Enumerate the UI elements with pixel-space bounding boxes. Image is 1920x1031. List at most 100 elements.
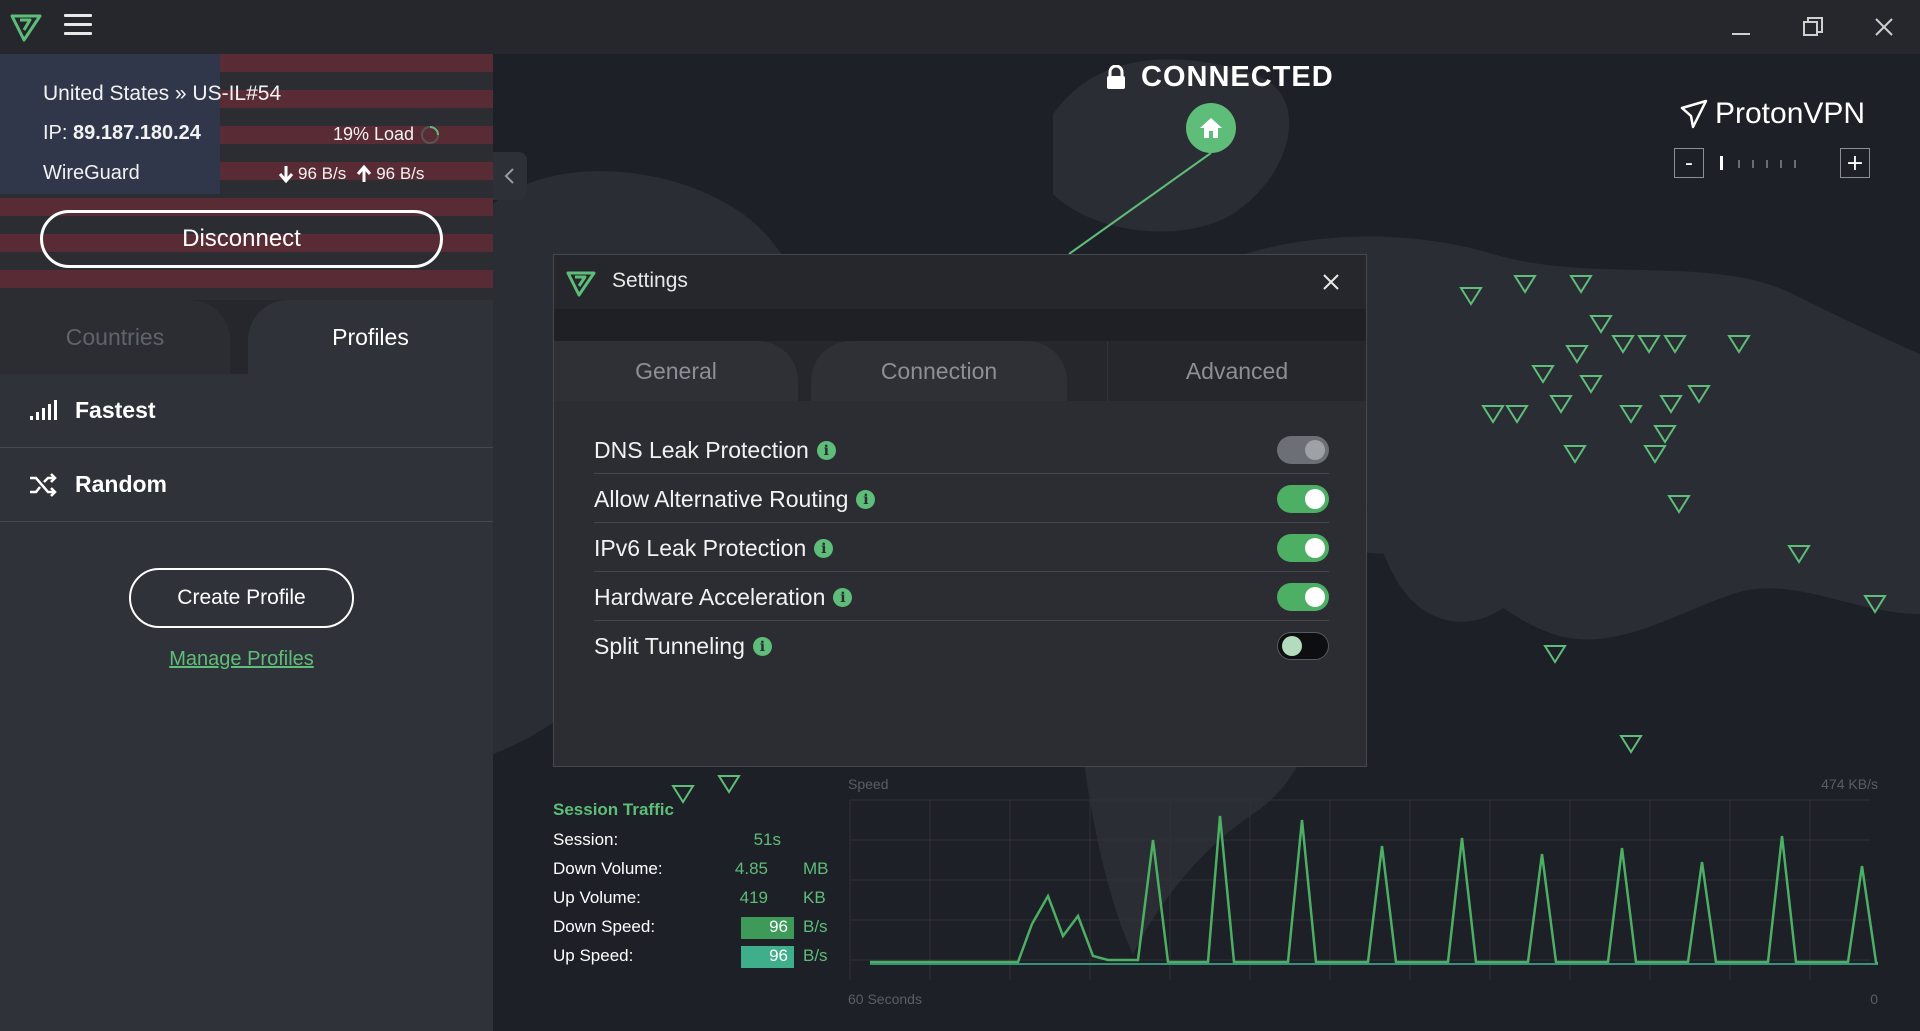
setting-label: DNS Leak Protection i (594, 437, 836, 464)
status-label: CONNECTED (1141, 61, 1334, 93)
home-location-pin[interactable] (1186, 103, 1236, 153)
tab-advanced[interactable]: Advanced (1107, 341, 1366, 401)
create-profile-button[interactable]: Create Profile (129, 568, 354, 628)
connection-panel: United States » US-IL#54 IP: 89.187.180.… (0, 54, 493, 300)
minimize-button[interactable] (1721, 10, 1761, 44)
traffic-row-down-volume: Down Volume: 4.85 MB (553, 859, 843, 883)
traffic-row-down-speed: Down Speed: 96 B/s (553, 917, 843, 941)
setting-label: IPv6 Leak Protection i (594, 535, 834, 562)
session-traffic: Session Traffic Session: 51s Down Volume… (553, 800, 853, 980)
chevron-left-icon (504, 168, 514, 184)
row-unit: KB (803, 888, 826, 907)
row-unit: MB (803, 859, 829, 878)
tab-general[interactable]: General (554, 341, 798, 401)
profile-fastest[interactable]: Fastest (0, 374, 493, 448)
profile-label: Fastest (75, 397, 156, 423)
setting-hardware-acceleration: Hardware Acceleration i (594, 572, 1329, 621)
setting-label: Allow Alternative Routing i (594, 486, 876, 513)
setting-label-text: Split Tunneling (594, 633, 745, 659)
manage-profiles-link[interactable]: Manage Profiles (0, 648, 483, 671)
sidebar: United States » US-IL#54 IP: 89.187.180.… (0, 54, 493, 1031)
load-ring-icon (421, 125, 440, 144)
row-value: 51s (753, 830, 781, 849)
traffic-row-session: Session: 51s (553, 830, 843, 854)
row-unit: B/s (803, 946, 828, 965)
speed-graph-canvas (849, 799, 1878, 980)
proton-logo-icon (566, 271, 596, 297)
info-icon[interactable]: i (816, 441, 836, 460)
lock-icon (1107, 64, 1125, 89)
ip-address: 89.187.180.24 (73, 122, 201, 144)
server-location: United States » US-IL#54 (43, 82, 282, 105)
settings-tabs: General Connection Advanced (554, 341, 1366, 401)
up-rate: 96 B/s (376, 164, 425, 183)
proton-logo-icon[interactable] (8, 8, 44, 44)
hardware-acceleration-toggle[interactable] (1277, 583, 1329, 611)
setting-dns-leak-protection: DNS Leak Protection i (594, 425, 1329, 474)
proton-arrow-icon (1680, 99, 1708, 129)
setting-label: Split Tunneling i (594, 633, 772, 660)
ip-label: IP: (43, 122, 74, 144)
settings-close-button[interactable] (1314, 265, 1348, 299)
info-icon[interactable]: i (833, 588, 853, 607)
collapse-sidebar-button[interactable] (493, 152, 527, 200)
title-bar (0, 0, 1920, 54)
server-load: 19% Load (333, 124, 440, 145)
info-icon[interactable]: i (856, 490, 876, 509)
profile-random[interactable]: Random (0, 448, 493, 522)
menu-icon[interactable] (64, 14, 92, 38)
arrow-up-icon (357, 165, 372, 182)
row-value: 4.85 (734, 859, 768, 878)
down-speed-bar: 96 (741, 917, 794, 939)
traffic-row-up-speed: Up Speed: 96 B/s (553, 946, 843, 970)
down-rate: 96 B/s (298, 164, 347, 183)
brand-logo: ProtonVPN (1679, 97, 1865, 131)
settings-title: Settings (612, 269, 688, 292)
maximize-button[interactable] (1793, 10, 1833, 44)
split-tunneling-toggle[interactable] (1277, 632, 1329, 660)
setting-split-tunneling: Split Tunneling i (594, 621, 1329, 670)
dns-leak-toggle[interactable] (1277, 436, 1329, 464)
rates: 96 B/s 96 B/s (278, 164, 424, 184)
sidebar-tabs: Countries Profiles (0, 300, 493, 374)
close-button[interactable] (1864, 10, 1904, 44)
alternative-routing-toggle[interactable] (1277, 485, 1329, 513)
close-icon (1875, 18, 1893, 36)
protocol: WireGuard (43, 162, 140, 184)
load-label: 19% Load (333, 124, 415, 144)
row-label: Down Volume: (553, 859, 663, 878)
connection-status: CONNECTED (1105, 61, 1334, 94)
restore-icon (1803, 17, 1823, 36)
zoom-out-button[interactable]: - (1674, 148, 1704, 178)
row-label: Up Volume: (553, 888, 641, 907)
row-unit: B/s (803, 917, 828, 936)
traffic-title: Session Traffic (553, 800, 674, 819)
disconnect-button[interactable]: Disconnect (40, 210, 443, 268)
info-icon[interactable]: i (814, 539, 834, 558)
home-icon (1200, 118, 1222, 138)
info-icon[interactable]: i (752, 637, 772, 656)
zoom-slider[interactable] (1710, 154, 1802, 172)
speed-graph: Speed 474 KB/s 60 Seconds 0 (848, 776, 1878, 1007)
row-label: Session: (553, 830, 619, 849)
ipv6-leak-toggle[interactable] (1277, 534, 1329, 562)
signal-bars-icon (30, 399, 57, 420)
row-label: Down Speed: (553, 917, 656, 936)
tab-countries[interactable]: Countries (0, 300, 230, 374)
settings-header-strip (554, 309, 1366, 341)
setting-label: Hardware Acceleration i (594, 584, 853, 611)
ip-line: IP: 89.187.180.24 (43, 122, 201, 145)
profile-label: Random (75, 471, 167, 497)
row-label: Up Speed: (553, 946, 634, 965)
setting-label-text: IPv6 Leak Protection (594, 535, 807, 561)
row-value: 419 (739, 888, 768, 907)
up-speed-bar: 96 (741, 946, 794, 968)
brand-name: ProtonVPN (1715, 97, 1866, 130)
tab-connection[interactable]: Connection (811, 341, 1067, 401)
arrow-down-icon (278, 166, 294, 183)
tab-profiles[interactable]: Profiles (248, 300, 493, 374)
minimize-icon (1732, 33, 1750, 35)
setting-alternative-routing: Allow Alternative Routing i (594, 474, 1329, 523)
setting-label-text: Hardware Acceleration (594, 584, 826, 610)
zoom-in-button[interactable]: + (1840, 148, 1870, 178)
